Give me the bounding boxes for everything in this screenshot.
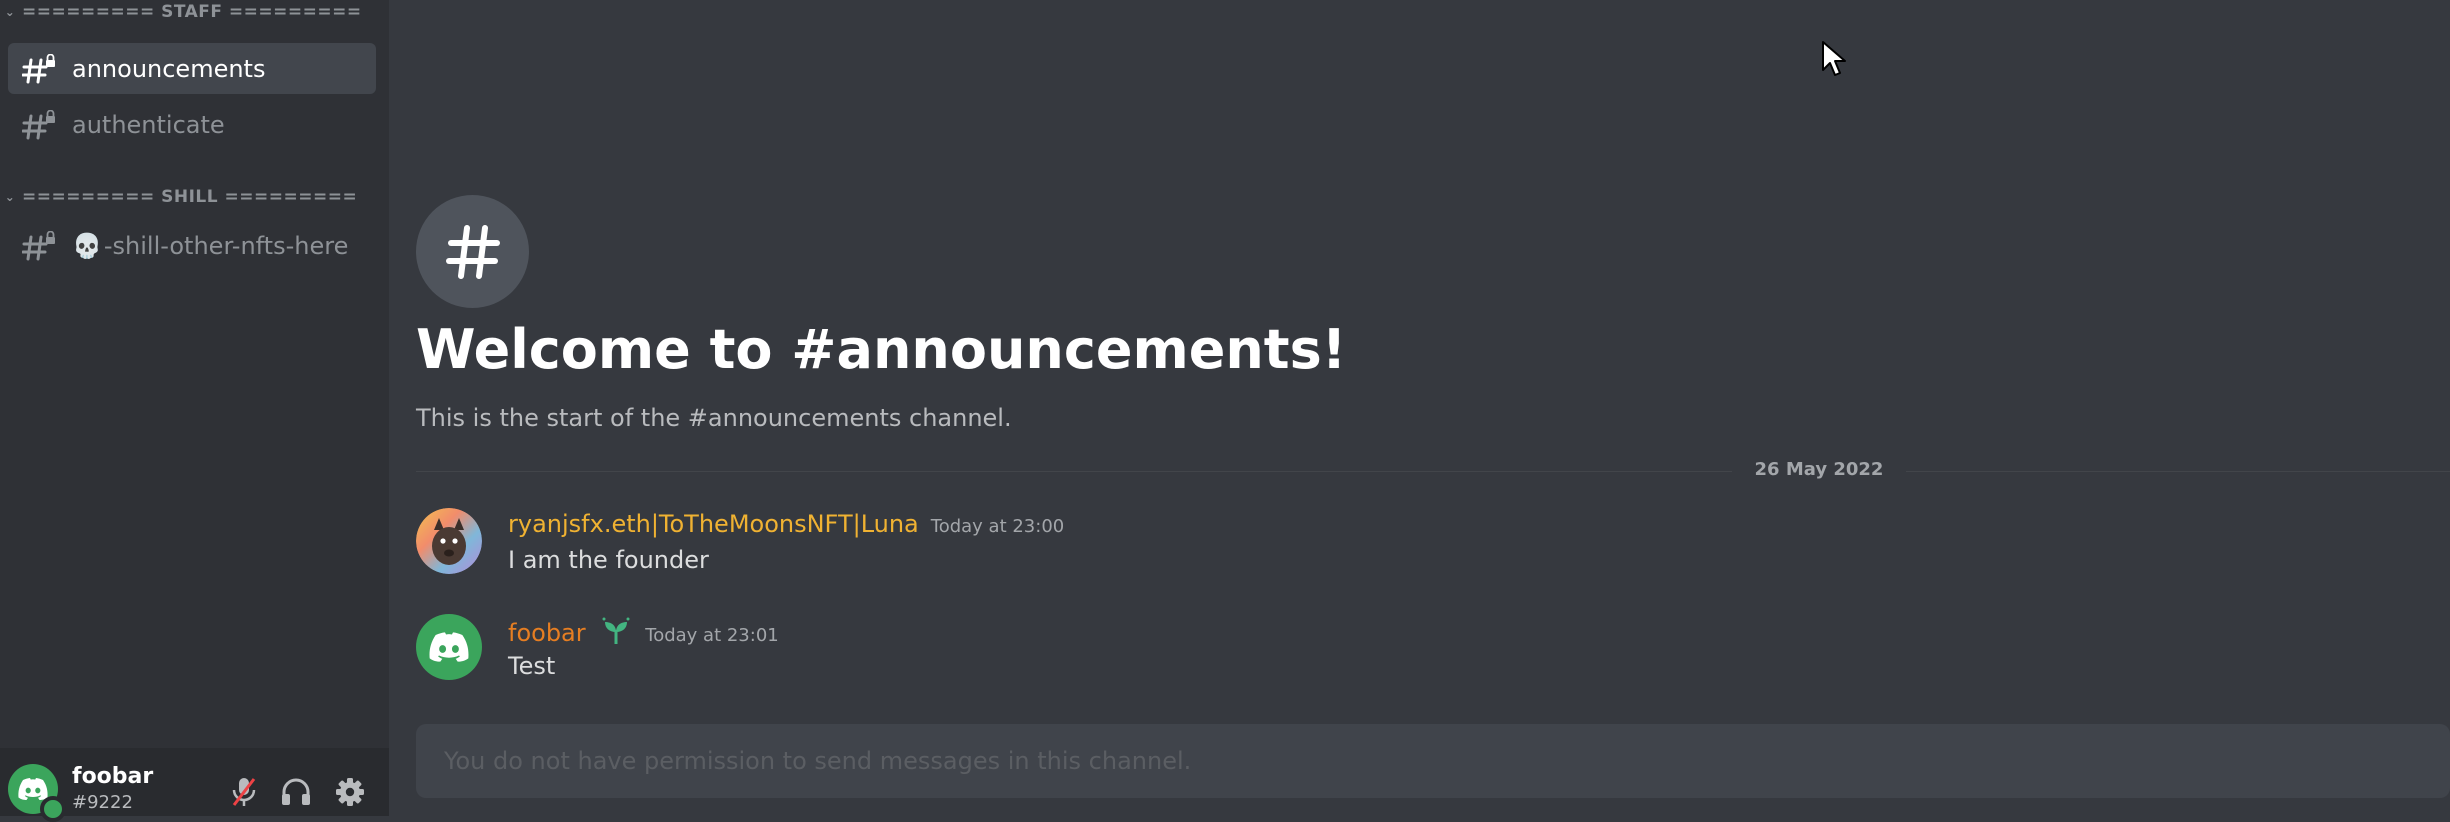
date-divider: 26 May 2022 <box>1732 459 1906 480</box>
category-label: ========= SHILL ========= <box>22 187 358 207</box>
message-header: ryanjsfx.eth|ToTheMoonsNFT|Luna Today at … <box>508 510 1064 538</box>
headphones-icon <box>282 778 310 805</box>
message-timestamp: Today at 23:00 <box>930 516 1065 537</box>
message-timestamp: Today at 23:01 <box>645 625 779 646</box>
user-panel: foobar #9222 <box>0 748 389 822</box>
discord-logo-icon <box>429 632 469 662</box>
message-author[interactable]: foobar <box>508 619 586 647</box>
message-content: Test <box>508 652 556 680</box>
message-author[interactable]: ryanjsfx.eth|ToTheMoonsNFT|Luna <box>508 510 919 538</box>
category-label: ========= STAFF ========= <box>22 2 362 22</box>
mute-microphone-button[interactable] <box>226 774 262 810</box>
microphone-muted-icon <box>232 778 256 806</box>
channel-authenticate[interactable]: authenticate <box>8 99 376 150</box>
discord-logo-icon <box>18 778 48 800</box>
skull-emoji-icon: 💀 <box>72 231 102 260</box>
avatar[interactable] <box>416 614 482 680</box>
username: foobar <box>72 764 154 789</box>
welcome-title: Welcome to #announcements! <box>416 318 1347 381</box>
sprout-badge-icon <box>599 616 633 652</box>
message-header: foobar Today at 23:01 <box>508 616 779 652</box>
locked-hash-icon <box>22 230 58 261</box>
chevron-down-icon: ⌄ <box>4 190 16 204</box>
category-staff[interactable]: ⌄ ========= STAFF ========= <box>0 0 362 24</box>
channel-sidebar: ⌄ ========= STAFF ========= announcement… <box>0 0 389 822</box>
deafen-button[interactable] <box>278 774 314 810</box>
user-settings-button[interactable] <box>332 774 368 810</box>
channel-label: -shill-other-nfts-here <box>103 231 349 260</box>
mouse-cursor-icon <box>1821 40 1847 82</box>
welcome-subtitle: This is the start of the #announcements … <box>416 404 1012 432</box>
gear-icon <box>336 778 364 806</box>
message-content: I am the founder <box>508 546 709 574</box>
composer-placeholder: You do not have permission to send messa… <box>444 747 1192 775</box>
channel-label: announcements <box>72 54 266 83</box>
locked-hash-icon <box>22 109 58 140</box>
date-divider-line <box>1505 471 2450 472</box>
online-status-indicator <box>40 796 66 822</box>
channel-label: authenticate <box>72 110 225 139</box>
channel-announcements[interactable]: announcements <box>8 43 376 94</box>
user-tag: #9222 <box>72 792 133 813</box>
avatar[interactable] <box>416 508 482 574</box>
message-composer[interactable]: You do not have permission to send messa… <box>416 724 2450 798</box>
channel-hash-icon <box>416 195 529 308</box>
chat-area: Welcome to #announcements! This is the s… <box>389 0 2450 816</box>
locked-hash-icon <box>22 53 58 84</box>
channel-shill-other-nfts-here[interactable]: 💀 -shill-other-nfts-here <box>8 220 376 271</box>
category-shill[interactable]: ⌄ ========= SHILL ========= <box>0 185 357 209</box>
chevron-down-icon: ⌄ <box>4 5 16 19</box>
